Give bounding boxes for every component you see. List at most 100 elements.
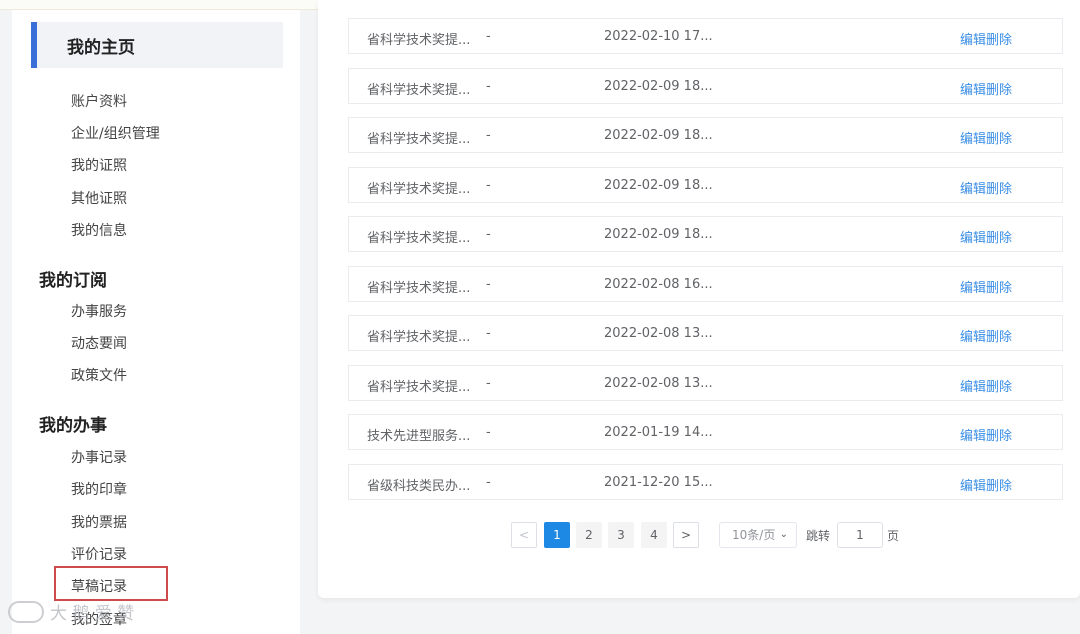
record-date: 2022-02-10 17... bbox=[604, 29, 713, 44]
record-status: - bbox=[486, 178, 491, 193]
sidebar-item-services[interactable]: 办事服务 bbox=[71, 301, 127, 321]
next-page-button[interactable]: > bbox=[673, 522, 699, 548]
record-date: 2022-02-08 13... bbox=[604, 376, 713, 391]
chevron-down-icon: ⌄ bbox=[779, 529, 788, 540]
sidebar-item-my-info[interactable]: 我的信息 bbox=[71, 220, 127, 240]
sidebar-item-seals[interactable]: 我的印章 bbox=[71, 479, 127, 499]
record-actions: 编辑删除 bbox=[960, 277, 1012, 296]
delete-link[interactable]: 删除 bbox=[986, 479, 1012, 494]
record-date: 2022-02-09 18... bbox=[604, 128, 713, 143]
record-date: 2022-02-08 13... bbox=[604, 326, 713, 341]
record-actions: 编辑删除 bbox=[960, 128, 1012, 147]
record-status: - bbox=[486, 326, 491, 341]
record-date: 2022-02-09 18... bbox=[604, 227, 713, 242]
delete-link[interactable]: 删除 bbox=[986, 33, 1012, 48]
record-name: 技术先进型服务... bbox=[367, 429, 471, 444]
sidebar-item-policies[interactable]: 政策文件 bbox=[71, 365, 127, 385]
table-row: 省科学技术奖提... - 2022-02-08 16... 编辑删除 bbox=[348, 266, 1063, 302]
record-status: - bbox=[486, 425, 491, 440]
goto-page-input[interactable] bbox=[837, 522, 883, 548]
active-indicator bbox=[31, 22, 37, 68]
goto-label: 跳转 bbox=[806, 529, 831, 543]
watermark-logo-icon bbox=[8, 600, 44, 623]
sidebar-item-affair-records[interactable]: 办事记录 bbox=[71, 447, 127, 467]
edit-link[interactable]: 编辑 bbox=[960, 380, 986, 395]
record-date: 2022-02-09 18... bbox=[604, 178, 713, 193]
page-number[interactable]: 1 bbox=[544, 522, 570, 548]
home-header[interactable]: 我的主页 bbox=[31, 22, 283, 68]
home-title: 我的主页 bbox=[67, 38, 135, 58]
record-name: 省科学技术奖提... bbox=[367, 132, 471, 147]
table-row: 技术先进型服务... - 2022-01-19 14... 编辑删除 bbox=[348, 414, 1063, 450]
sidebar-item-invoices[interactable]: 我的票据 bbox=[71, 512, 127, 532]
page-number[interactable]: 4 bbox=[641, 522, 667, 548]
table-row: 省科学技术奖提... - 2022-02-09 18... 编辑删除 bbox=[348, 117, 1063, 153]
delete-link[interactable]: 删除 bbox=[986, 429, 1012, 444]
edit-link[interactable]: 编辑 bbox=[960, 132, 986, 147]
record-status: - bbox=[486, 277, 491, 292]
delete-link[interactable]: 删除 bbox=[986, 231, 1012, 246]
record-status: - bbox=[486, 376, 491, 391]
record-actions: 编辑删除 bbox=[960, 29, 1012, 48]
record-status: - bbox=[486, 128, 491, 143]
delete-link[interactable]: 删除 bbox=[986, 182, 1012, 197]
record-name: 省级科技类民办... bbox=[367, 479, 471, 494]
delete-link[interactable]: 删除 bbox=[986, 330, 1012, 345]
prev-page-button[interactable]: < bbox=[511, 522, 537, 548]
delete-link[interactable]: 删除 bbox=[986, 281, 1012, 296]
sidebar: 我的主页 账户资料 企业/组织管理 我的证照 其他证照 我的信息 我的订阅 办事… bbox=[12, 10, 300, 634]
sidebar-item-other-licenses[interactable]: 其他证照 bbox=[71, 188, 127, 208]
affairs-title: 我的办事 bbox=[39, 416, 107, 436]
table-row: 省科学技术奖提... - 2022-02-09 18... 编辑删除 bbox=[348, 216, 1063, 252]
page-size-value: 10条/页 bbox=[732, 528, 776, 542]
record-name: 省科学技术奖提... bbox=[367, 281, 471, 296]
record-date: 2022-02-09 18... bbox=[604, 79, 713, 94]
record-name: 省科学技术奖提... bbox=[367, 182, 471, 197]
sidebar-item-organization[interactable]: 企业/组织管理 bbox=[71, 123, 160, 143]
edit-link[interactable]: 编辑 bbox=[960, 479, 986, 494]
record-status: - bbox=[486, 29, 491, 44]
delete-link[interactable]: 删除 bbox=[986, 380, 1012, 395]
table-row: 省级科技类民办... - 2021-12-20 15... 编辑删除 bbox=[348, 464, 1063, 500]
subscription-title: 我的订阅 bbox=[39, 271, 107, 291]
record-actions: 编辑删除 bbox=[960, 376, 1012, 395]
edit-link[interactable]: 编辑 bbox=[960, 83, 986, 98]
record-name: 省科学技术奖提... bbox=[367, 83, 471, 98]
watermark-text: 大 鹅 爱 赞 bbox=[50, 604, 135, 624]
record-date: 2022-02-08 16... bbox=[604, 277, 713, 292]
sidebar-item-my-licenses[interactable]: 我的证照 bbox=[71, 155, 127, 175]
record-actions: 编辑删除 bbox=[960, 475, 1012, 494]
record-name: 省科学技术奖提... bbox=[367, 231, 471, 246]
record-actions: 编辑删除 bbox=[960, 326, 1012, 345]
record-name: 省科学技术奖提... bbox=[367, 380, 471, 395]
record-status: - bbox=[486, 227, 491, 242]
record-date: 2022-01-19 14... bbox=[604, 425, 713, 440]
record-status: - bbox=[486, 475, 491, 490]
sidebar-item-account[interactable]: 账户资料 bbox=[71, 91, 127, 111]
table-row: 省科学技术奖提... - 2022-02-08 13... 编辑删除 bbox=[348, 315, 1063, 351]
sidebar-item-drafts[interactable]: 草稿记录 bbox=[71, 576, 127, 596]
record-name: 省科学技术奖提... bbox=[367, 33, 471, 48]
edit-link[interactable]: 编辑 bbox=[960, 429, 986, 444]
record-status: - bbox=[486, 79, 491, 94]
table-row: 省科学技术奖提... - 2022-02-10 17... 编辑删除 bbox=[348, 18, 1063, 54]
delete-link[interactable]: 删除 bbox=[986, 83, 1012, 98]
edit-link[interactable]: 编辑 bbox=[960, 330, 986, 345]
edit-link[interactable]: 编辑 bbox=[960, 33, 986, 48]
record-actions: 编辑删除 bbox=[960, 425, 1012, 444]
delete-link[interactable]: 删除 bbox=[986, 132, 1012, 147]
pagination: < 1 2 3 4 > 10条/页 ⌄ 跳转 页 bbox=[318, 522, 1080, 548]
page-number[interactable]: 2 bbox=[576, 522, 602, 548]
page-size-select[interactable]: 10条/页 ⌄ bbox=[719, 522, 797, 548]
record-actions: 编辑删除 bbox=[960, 227, 1012, 246]
record-name: 省科学技术奖提... bbox=[367, 330, 471, 345]
sidebar-item-news[interactable]: 动态要闻 bbox=[71, 333, 127, 353]
watermark: 大 鹅 爱 赞 bbox=[8, 599, 134, 624]
record-actions: 编辑删除 bbox=[960, 79, 1012, 98]
page-number[interactable]: 3 bbox=[608, 522, 634, 548]
table-row: 省科学技术奖提... - 2022-02-09 18... 编辑删除 bbox=[348, 167, 1063, 203]
edit-link[interactable]: 编辑 bbox=[960, 231, 986, 246]
edit-link[interactable]: 编辑 bbox=[960, 281, 986, 296]
edit-link[interactable]: 编辑 bbox=[960, 182, 986, 197]
sidebar-item-reviews[interactable]: 评价记录 bbox=[71, 544, 127, 564]
